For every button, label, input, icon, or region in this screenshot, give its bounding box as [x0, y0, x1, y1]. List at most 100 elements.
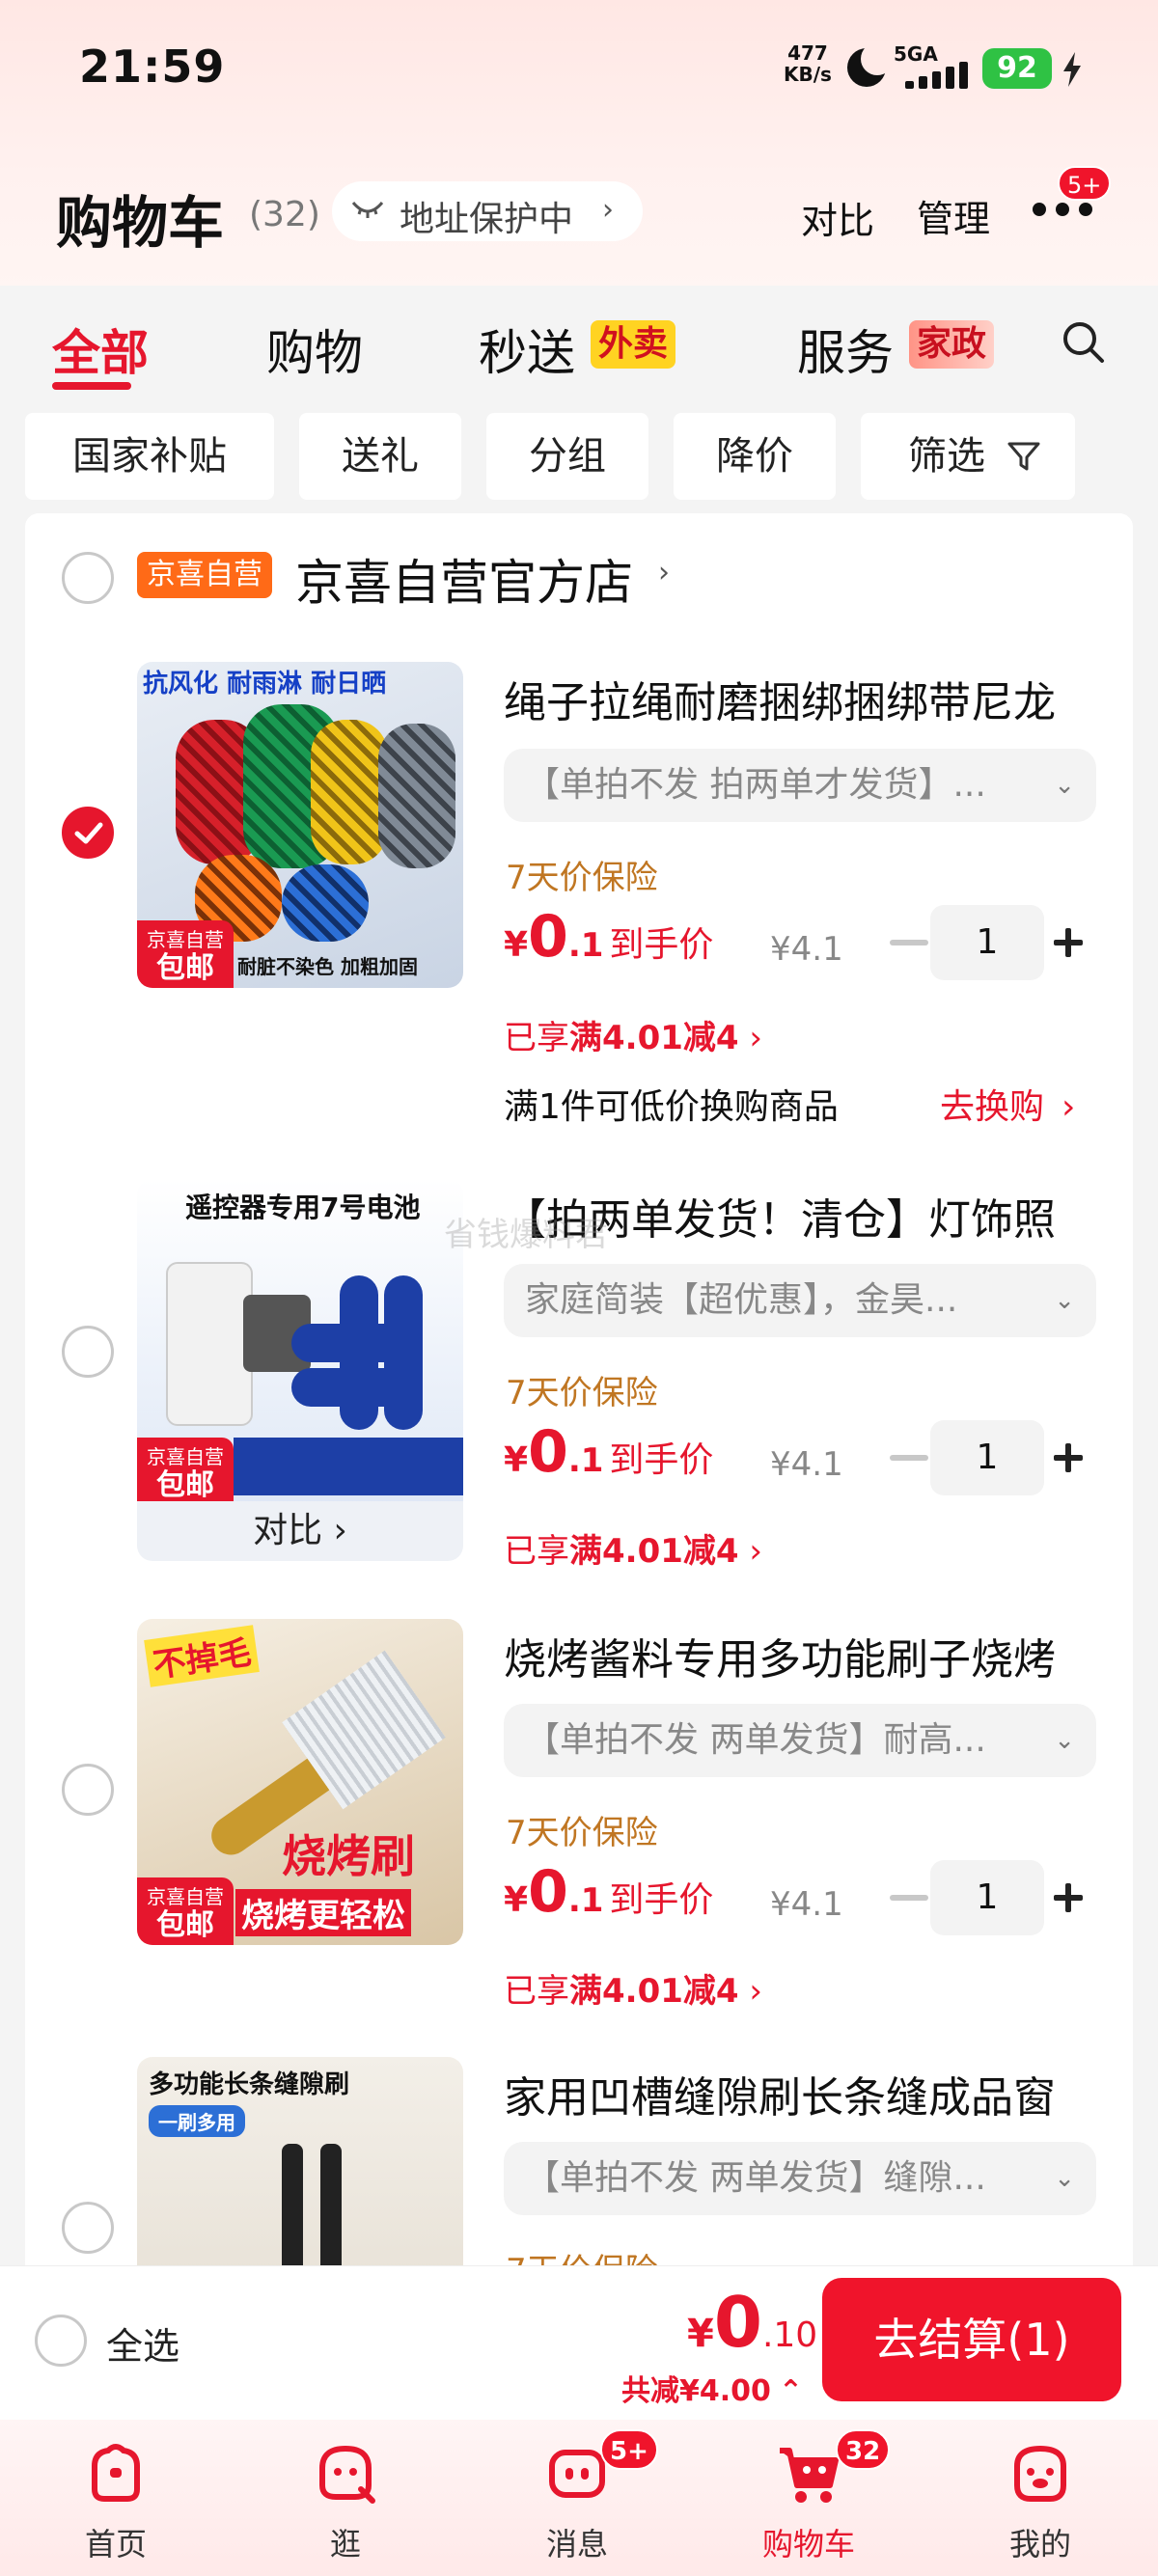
product-title[interactable]: 家用凹槽缝隙刷长条缝成品窗 — [504, 2063, 1056, 2124]
filter-gift[interactable]: 送礼 — [299, 413, 461, 500]
checkout-button[interactable]: 去结算(1) — [822, 2278, 1121, 2401]
filter-national-subsidy[interactable]: 国家补贴 — [25, 413, 274, 500]
product-spec-selector[interactable]: 【单拍不发 两单发货】耐高... ⌄ — [504, 1704, 1096, 1777]
product-image-caption: 烧烤刷 — [282, 1830, 415, 1882]
browse-icon — [319, 2445, 375, 2504]
nav-label: 消息 — [545, 2526, 608, 2562]
product-image-caption: 抗风化 耐雨淋 耐日晒 — [143, 670, 387, 699]
item-checkbox[interactable] — [62, 1764, 114, 1816]
quantity-input[interactable]: 1 — [930, 1420, 1044, 1495]
quantity-input[interactable]: 1 — [930, 1860, 1044, 1935]
status-bar: 21:59 477 KB/s 5GA 92 — [0, 0, 1158, 145]
search-icon[interactable] — [1060, 318, 1106, 365]
price-insurance[interactable]: 7天价保险 — [506, 851, 658, 898]
quantity-increase-button[interactable] — [1054, 928, 1083, 957]
self-operated-tag: 京喜自营 包邮 — [137, 1438, 234, 1505]
product-spec-selector[interactable]: 家庭简装【超优惠】，金昊... ⌄ — [504, 1264, 1096, 1337]
cart-icon — [780, 2448, 839, 2503]
item-checkbox[interactable] — [62, 2202, 114, 2254]
exchange-offer: 满1件可低价换购商品 — [504, 1087, 839, 1127]
product-title[interactable]: 绳子拉绳耐磨捆绑捆绑带尼龙 — [504, 668, 1056, 729]
quantity-input[interactable]: 1 — [930, 905, 1044, 980]
product-image-caption: 多功能长条缝隙刷 — [149, 2070, 350, 2099]
store-name[interactable]: 京喜自营官方店 — [295, 544, 633, 614]
more-icon[interactable] — [1033, 203, 1100, 222]
watermark: 省钱爆料君 — [444, 1216, 608, 1254]
tab-shopping[interactable]: 购物 — [266, 315, 363, 384]
product-image-caption: 不掉毛 — [144, 1625, 260, 1687]
filter-button[interactable]: 筛选 — [861, 413, 1075, 500]
nav-cart[interactable]: 购物车 32 — [712, 2420, 905, 2576]
original-price: ¥4.1 — [770, 1445, 843, 1484]
total-price: ¥0.10 — [687, 2282, 818, 2363]
tab-all[interactable]: 全部 — [52, 315, 149, 384]
tab-instant-delivery[interactable]: 秒送 — [479, 315, 575, 384]
promotion-info[interactable]: 已享满4.01减4 › — [504, 1011, 762, 1058]
tab-active-indicator — [52, 382, 131, 390]
filter-price-drop[interactable]: 降价 — [674, 413, 836, 500]
home-icon — [92, 2444, 140, 2502]
filter-group[interactable]: 分组 — [486, 413, 648, 500]
battery-icon: 92 — [982, 48, 1052, 89]
network-speed: 477 KB/s — [784, 42, 832, 85]
promotion-info[interactable]: 已享满4.01减4 › — [504, 1524, 762, 1572]
product-image[interactable]: 不掉毛 烧烤刷 烧烤更轻松 京喜自营 包邮 — [137, 1619, 463, 1945]
chevron-right-icon: › — [602, 193, 614, 227]
product-image[interactable]: 遥控器专用7号电池 京喜自营 包邮 — [137, 1179, 463, 1505]
page-title: 购物车 — [56, 190, 225, 256]
product-spec: 【单拍不发 拍两单才发货】... — [525, 765, 986, 805]
product-image-caption: 遥控器专用7号电池 — [185, 1192, 421, 1223]
quantity-increase-button[interactable] — [1054, 1883, 1083, 1912]
compare-product-button[interactable]: 对比 › — [137, 1501, 463, 1561]
item-checkbox[interactable] — [62, 1326, 114, 1378]
address-protect-pill[interactable]: 地址保护中 › — [332, 181, 643, 241]
quantity-increase-button[interactable] — [1054, 1443, 1083, 1472]
nav-messages[interactable]: 消息 5+ — [481, 2420, 674, 2576]
compare-button[interactable]: 对比 — [801, 191, 874, 244]
self-operated-tag: 京喜自营 包邮 — [137, 1877, 234, 1945]
nav-label: 逛 — [329, 2526, 361, 2562]
product-spec: 【单拍不发 两单发货】耐高... — [525, 1720, 986, 1760]
exchange-link[interactable]: 去换购 › — [940, 1079, 1075, 1129]
takeout-tag: 外卖 — [591, 320, 676, 369]
product-spec-selector[interactable]: 【单拍不发 两单发货】缝隙... ⌄ — [504, 2142, 1096, 2215]
nav-browse[interactable]: 逛 — [249, 2420, 442, 2576]
product-title[interactable]: 烧烤酱料专用多功能刷子烧烤 — [504, 1625, 1056, 1686]
chevron-down-icon: ⌄ — [1054, 2164, 1075, 2193]
messages-badge: 5+ — [600, 2429, 658, 2470]
product-image-caption: 烧烤更轻松 — [235, 1889, 411, 1936]
price-insurance[interactable]: 7天价保险 — [506, 1366, 658, 1413]
product-spec-selector[interactable]: 【单拍不发 拍两单才发货】... ⌄ — [504, 749, 1096, 822]
product-spec: 家庭简装【超优惠】，金昊... — [525, 1280, 958, 1320]
funnel-icon — [1007, 442, 1040, 471]
nav-profile[interactable]: 我的 — [944, 2420, 1137, 2576]
product-spec: 【单拍不发 两单发货】缝隙... — [525, 2158, 986, 2198]
store-card: 京喜自营 京喜自营官方店 › 抗风化 耐雨淋 耐日晒 耐脏不染色 加粗加固 京喜… — [25, 513, 1133, 2269]
product-image[interactable]: 抗风化 耐雨淋 耐日晒 耐脏不染色 加粗加固 京喜自营 包邮 — [137, 662, 463, 988]
quantity-decrease-button[interactable] — [890, 1455, 928, 1461]
product-price: ¥0.1 到手价 — [504, 1858, 714, 1926]
cart-header: 购物车 (32) 地址保护中 › 对比 管理 5+ — [0, 154, 1158, 280]
select-all-label[interactable]: 全选 — [106, 2316, 179, 2370]
select-all-checkbox[interactable] — [35, 2315, 87, 2367]
item-checkbox[interactable] — [62, 807, 114, 859]
housekeeping-tag: 家政 — [909, 320, 995, 369]
tab-services[interactable]: 服务 — [797, 315, 894, 384]
address-protect-icon — [351, 202, 384, 218]
chevron-down-icon: ⌄ — [1054, 1286, 1075, 1315]
charging-icon — [1063, 52, 1081, 87]
promotion-info[interactable]: 已享满4.01减4 › — [504, 1964, 762, 2012]
address-protect-label: 地址保护中 — [400, 200, 574, 239]
nav-home[interactable]: 首页 — [19, 2420, 212, 2576]
product-image[interactable]: 多功能长条缝隙刷 一刷多用 — [137, 2057, 463, 2269]
original-price: ¥4.1 — [770, 1885, 843, 1924]
quantity-decrease-button[interactable] — [890, 940, 928, 945]
network-speed-value: 477 — [787, 41, 828, 65]
quantity-decrease-button[interactable] — [890, 1895, 928, 1901]
price-insurance[interactable]: 7天价保险 — [506, 1806, 658, 1853]
store-checkbox[interactable] — [62, 552, 114, 604]
manage-button[interactable]: 管理 — [917, 189, 990, 242]
signal-icon — [901, 62, 969, 89]
bottom-nav: 首页 逛 消息 5+ 购物车 32 我的 — [0, 2420, 1158, 2576]
discount-detail-toggle[interactable]: 共减¥4.00 ⌃ — [621, 2367, 803, 2409]
